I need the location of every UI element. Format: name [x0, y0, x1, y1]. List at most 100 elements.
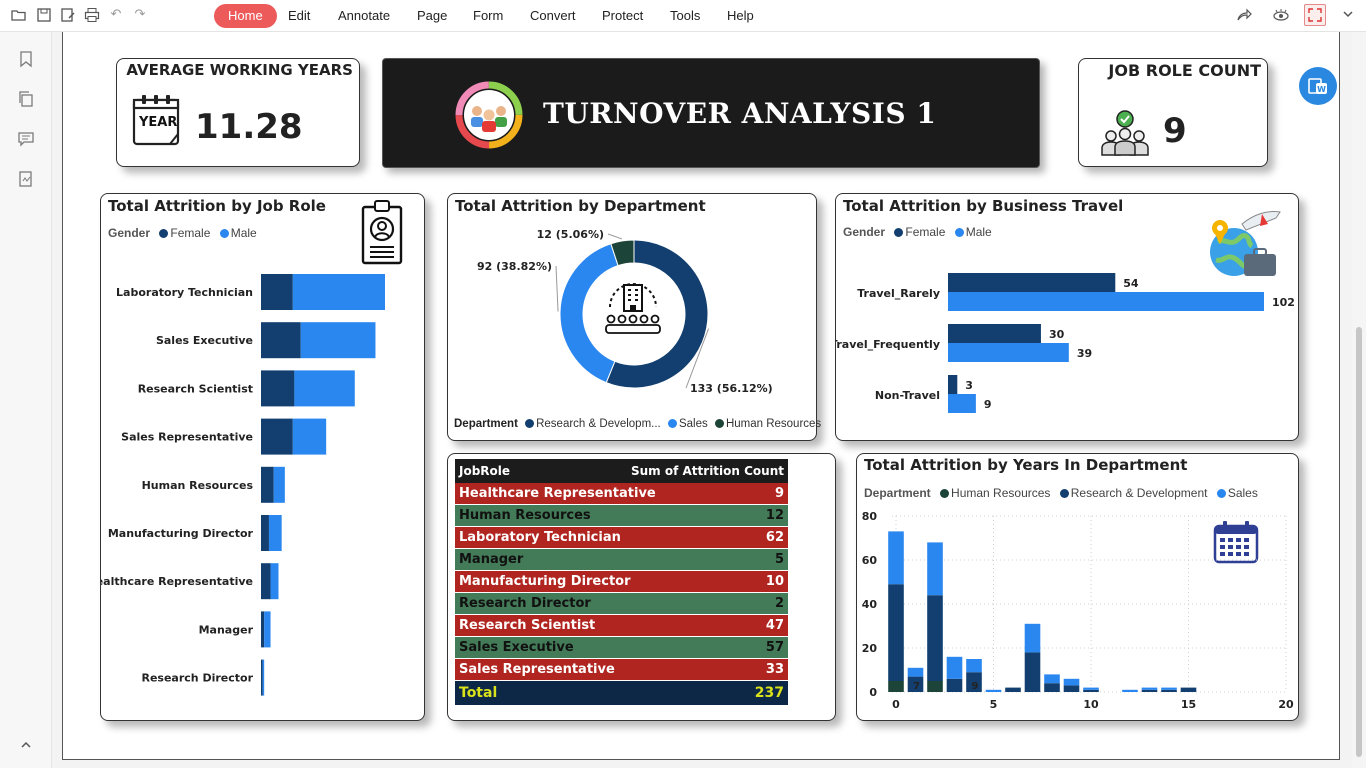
- legend-human-resources: Human Resources: [725, 418, 822, 430]
- word-icon: W: [1308, 78, 1327, 94]
- travel-category-label: Travel_Frequently: [836, 338, 940, 351]
- open-folder-icon[interactable]: [11, 7, 27, 23]
- chevron-down-icon[interactable]: [1340, 7, 1356, 23]
- job-role-label: Sales Representative: [121, 431, 253, 444]
- undo-icon[interactable]: ↶: [108, 7, 124, 23]
- years-bar-segment: [907, 667, 924, 677]
- comment-icon[interactable]: [17, 130, 35, 148]
- table-row[interactable]: Research Director 2: [455, 593, 788, 615]
- table-row[interactable]: Sales Representative 33: [455, 659, 788, 681]
- travel-bar-female: [948, 324, 1041, 343]
- signature-icon[interactable]: [17, 170, 35, 188]
- tab-convert[interactable]: Convert: [528, 4, 578, 28]
- tab-protect[interactable]: Protect: [600, 4, 645, 28]
- job-role-bar-male: [268, 515, 282, 551]
- table-row[interactable]: Manager 5: [455, 549, 788, 571]
- years-bar-segment: [888, 531, 904, 585]
- convert-to-word-button[interactable]: W: [1299, 67, 1337, 105]
- vertical-scrollbar[interactable]: [1352, 32, 1366, 768]
- kpi-job-role-count-value: 9: [1163, 111, 1187, 151]
- table-row[interactable]: Research Scientist 47: [455, 615, 788, 637]
- table-cell-count: 33: [765, 662, 784, 677]
- table-cell-count: 2: [774, 596, 784, 611]
- x-tick-label: 10: [1083, 698, 1099, 711]
- save-icon[interactable]: [36, 7, 52, 23]
- y-tick-label: 0: [869, 686, 877, 699]
- years-bar-segment: [927, 595, 943, 681]
- years-data-label: 7: [913, 681, 920, 692]
- job-role-bar-male: [292, 274, 385, 310]
- job-role-bar-male: [264, 611, 271, 648]
- job-role-bar-female: [261, 370, 295, 407]
- tab-form[interactable]: Form: [471, 4, 505, 28]
- table-cell-count: 47: [765, 618, 784, 633]
- table-row[interactable]: Healthcare Representative 9: [455, 483, 788, 505]
- years-bar-segment: [946, 656, 963, 679]
- card-attrition-by-department: Total Attrition by Department 133 (56.12…: [447, 193, 821, 441]
- table-row[interactable]: Human Resources 12: [455, 505, 788, 527]
- job-role-label: Healthcare Representative: [101, 575, 253, 588]
- print-icon[interactable]: [84, 7, 100, 23]
- job-role-bar-female: [261, 418, 293, 455]
- years-bar-segment: [1063, 685, 1080, 692]
- travel-bar-female: [948, 375, 958, 394]
- table-cell-count: 12: [765, 508, 784, 523]
- table-header-sum[interactable]: Sum of Attrition Count: [631, 464, 784, 478]
- department-legend-title: Department: [454, 418, 518, 430]
- job-role-bar-male: [262, 659, 265, 696]
- x-tick-label: 15: [1181, 698, 1196, 711]
- share-icon[interactable]: [1236, 7, 1252, 23]
- table-row[interactable]: Manufacturing Director 10: [455, 571, 788, 593]
- chevron-up-icon[interactable]: [17, 738, 35, 756]
- legend-swatch-sales: [667, 419, 677, 428]
- table-cell-count: 10: [765, 574, 784, 589]
- kpi-average-working-years: AVERAGE WORKING YEARS YEAR 11.28: [116, 58, 360, 167]
- job-role-bar-female: [261, 611, 265, 648]
- job-role-bar-female: [261, 274, 293, 310]
- job-role-bar-male: [273, 466, 285, 503]
- read-mode-icon[interactable]: [1272, 7, 1289, 23]
- table-cell-jobrole: Laboratory Technician: [459, 530, 621, 545]
- legend-research-development: Research & Developm...: [536, 418, 661, 430]
- tab-edit[interactable]: Edit: [286, 4, 312, 28]
- donut-data-label: 133 (56.12%): [690, 382, 773, 395]
- scrollbar-thumb[interactable]: [1356, 327, 1362, 757]
- travel-value-male: 102: [1272, 296, 1295, 309]
- bookmark-icon[interactable]: [17, 50, 35, 68]
- redo-icon[interactable]: ↷: [132, 7, 148, 23]
- calendar-year-text: YEAR: [139, 115, 178, 130]
- years-bar-segment: [1083, 687, 1099, 690]
- save-as-icon[interactable]: [60, 7, 76, 23]
- pages-icon[interactable]: [17, 90, 35, 108]
- table-header-jobrole[interactable]: JobRole: [459, 464, 510, 478]
- team-circle-icon: [455, 81, 523, 149]
- card-attrition-by-business-travel: Total Attrition by Business Travel Gende…: [835, 193, 1299, 441]
- tab-home[interactable]: Home: [214, 4, 277, 28]
- years-bar-segment: [1161, 689, 1177, 692]
- job-role-label: Laboratory Technician: [116, 286, 253, 299]
- job-role-bar-female: [261, 466, 274, 503]
- building-people-icon: [602, 277, 664, 339]
- table-row[interactable]: Laboratory Technician 62: [455, 527, 788, 549]
- travel-category-label: Non-Travel: [875, 389, 940, 402]
- donut-data-label: 12 (5.06%): [537, 228, 604, 241]
- years-bar-segment: [1024, 652, 1041, 692]
- svg-text:W: W: [1317, 85, 1326, 94]
- fullscreen-icon[interactable]: [1304, 4, 1326, 26]
- kpi-job-role-count: JOB ROLE COUNT 9: [1078, 58, 1268, 167]
- years-bar-segment: [1024, 623, 1041, 653]
- table-row[interactable]: Sales Executive 57: [455, 637, 788, 659]
- job-role-bar-female: [261, 659, 263, 696]
- job-role-bar-female: [261, 515, 269, 551]
- y-tick-label: 20: [862, 642, 878, 655]
- table-cell-jobrole: Research Scientist: [459, 618, 596, 633]
- table-cell-jobrole: Manager: [459, 552, 524, 567]
- job-role-bar-male: [292, 418, 327, 455]
- tab-page[interactable]: Page: [415, 4, 449, 28]
- tab-tools[interactable]: Tools: [668, 4, 702, 28]
- job-role-bar-male: [270, 563, 279, 600]
- tab-annotate[interactable]: Annotate: [336, 4, 392, 28]
- donut-leader-line: [607, 233, 623, 240]
- years-bar-segment: [946, 678, 963, 692]
- tab-help[interactable]: Help: [725, 4, 756, 28]
